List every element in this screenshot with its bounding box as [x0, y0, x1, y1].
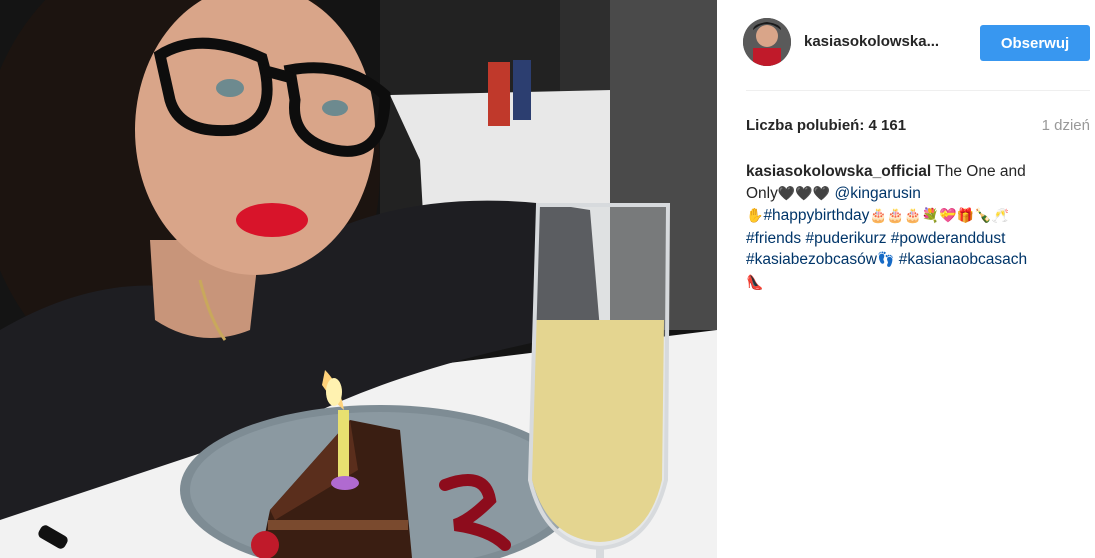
feet-emoji: 👣: [876, 252, 895, 268]
post-photo[interactable]: [0, 0, 717, 558]
post-details-panel: kasiasokolowska... Obserwuj Liczba polub…: [717, 0, 1095, 558]
hashtag-link[interactable]: #kasiabezobcasów: [746, 251, 877, 268]
post-caption: kasiasokolowska_official The One and Onl…: [746, 161, 1076, 294]
hashtag-link[interactable]: #happybirthday: [763, 207, 869, 224]
follow-button[interactable]: Obserwuj: [980, 25, 1090, 61]
hashtag-link[interactable]: #puderikurz: [805, 230, 886, 247]
post-header: kasiasokolowska... Obserwuj: [717, 0, 1095, 88]
divider: [746, 90, 1090, 91]
author-username[interactable]: kasiasokolowska...: [804, 33, 939, 50]
avatar[interactable]: [743, 18, 791, 66]
mention-link[interactable]: @kingarusin: [834, 185, 920, 202]
caption-author[interactable]: kasiasokolowska_official: [746, 163, 931, 180]
post-timestamp[interactable]: 1 dzień: [1042, 117, 1090, 134]
likes-count[interactable]: Liczba polubień: 4 161: [746, 117, 906, 134]
birthday-emojis: 🎂🎂🎂💐💝🎁🍾🥂: [869, 208, 1009, 224]
hashtag-link[interactable]: #powderanddust: [891, 230, 1006, 247]
hearts-emoji: 🖤🖤🖤: [777, 185, 831, 202]
hashtag-link[interactable]: #friends: [746, 230, 801, 247]
caption-text: The One and: [931, 163, 1026, 180]
caption-text-continued: Only: [746, 184, 778, 202]
hand-emoji: ✋: [746, 208, 764, 224]
hashtag-link[interactable]: #kasianaobcasach: [899, 251, 1027, 268]
shoe-emoji: 👠: [746, 274, 764, 291]
